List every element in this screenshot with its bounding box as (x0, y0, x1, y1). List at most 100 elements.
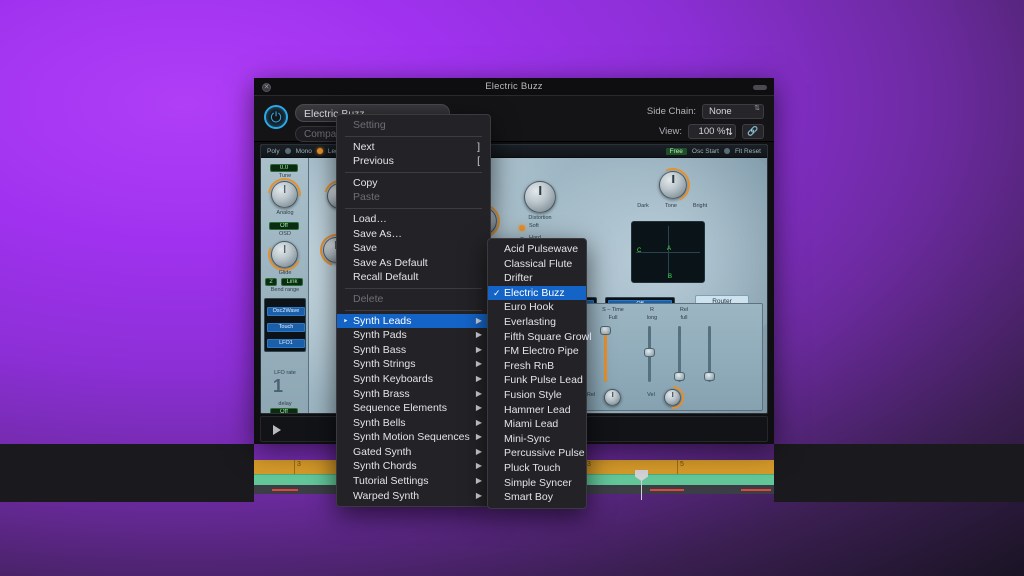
playhead[interactable] (635, 470, 648, 500)
bar-number: 5 (680, 461, 684, 468)
menu-item-label: Synth Bass (353, 343, 407, 356)
preset-item[interactable]: Mini-Sync (488, 432, 586, 447)
preset-item[interactable]: Pluck Touch (488, 461, 586, 476)
preset-item[interactable]: Drifter (488, 271, 586, 286)
menu-item-shortcut: [ (477, 155, 480, 168)
menu-item-synth-bells[interactable]: Synth Bells ▶ (337, 416, 490, 431)
menu-item-synth-motion-sequences[interactable]: Synth Motion Sequences ▶ (337, 430, 490, 445)
global-left-column: 0.0 Tune Analog Off OSD Glide 2 Link Ben… (261, 158, 309, 413)
menu-separator (345, 287, 482, 289)
menu-item-save-as[interactable]: Save As… (337, 227, 490, 242)
osd-value[interactable]: Off (269, 222, 299, 230)
env-slider-release[interactable] (644, 348, 655, 357)
preset-item[interactable]: Fusion Style (488, 388, 586, 403)
menu-item-label: Synth Strings (353, 358, 416, 371)
stepper-icon[interactable]: ⇅ (725, 126, 733, 139)
menu-separator (345, 171, 482, 173)
menu-item-synth-keyboards[interactable]: Synth Keyboards ▶ (337, 372, 490, 387)
bend-range-number[interactable]: 2 (265, 278, 277, 286)
menu-item-label: Paste (353, 191, 380, 204)
preset-item[interactable]: Smart Boy (488, 490, 586, 505)
plugin-titlebar[interactable]: ✕ Electric Buzz (254, 78, 774, 96)
preset-item[interactable]: Everlasting (488, 315, 586, 330)
play-icon[interactable] (273, 425, 281, 435)
lfo-delay-value[interactable]: Off (270, 408, 298, 413)
desktop-background: 3 3 5 ✕ Electric Buzz ⏻ Electric Buzz Co… (0, 0, 1024, 576)
menu-item-synth-bass[interactable]: Synth Bass ▶ (337, 343, 490, 358)
resize-handle[interactable] (753, 85, 767, 90)
preset-item[interactable]: Fresh RnB (488, 359, 586, 374)
preset-item-label: Mini-Sync (504, 432, 551, 445)
flt-reset-label[interactable]: Flt Reset (735, 148, 761, 155)
osd-label: OSD (279, 231, 291, 237)
osc-start-label[interactable]: Osc Start (692, 148, 719, 155)
env-slider-rel-vel[interactable] (674, 372, 685, 381)
submenu-arrow-icon: ▶ (475, 359, 482, 369)
router-source-2[interactable]: Touch (267, 323, 305, 332)
router-source-1[interactable]: Osc2Wave (267, 307, 305, 316)
tune-value[interactable]: 0.0 (270, 164, 298, 172)
menu-item-recall-default[interactable]: Recall Default (337, 270, 490, 285)
view-zoom-field[interactable]: 100 % ⇅ (688, 124, 736, 139)
preset-item[interactable]: FM Electro Pipe (488, 344, 586, 359)
menu-item-synth-strings[interactable]: Synth Strings ▶ (337, 357, 490, 372)
stepper-icon[interactable]: ⇅ (754, 105, 760, 112)
preset-submenu[interactable]: Acid Pulsewave Classical Flute Drifter ✓… (487, 238, 592, 509)
menu-item-synth-brass[interactable]: Synth Brass ▶ (337, 387, 490, 402)
env-slider-sustain[interactable] (600, 326, 611, 335)
flt-reset-led-icon[interactable] (723, 148, 730, 154)
menu-item-label: Synth Pads (353, 329, 407, 342)
preset-item[interactable]: Euro Hook (488, 300, 586, 315)
menu-item-label: Recall Default (353, 271, 419, 284)
menu-item-sequence-elements[interactable]: Sequence Elements ▶ (337, 401, 490, 416)
menu-item-tutorial-settings[interactable]: Tutorial Settings ▶ (337, 474, 490, 489)
preset-item-label: FM Electro Pipe (504, 345, 579, 358)
env-rel-knob[interactable] (604, 389, 621, 406)
menu-item-copy[interactable]: Copy (337, 176, 490, 191)
preset-item[interactable]: Classical Flute (488, 257, 586, 272)
soft-label[interactable]: Soft (529, 223, 553, 229)
bend-range-link-button[interactable]: Link (281, 278, 303, 286)
glide-label: Glide (278, 270, 292, 276)
preset-item[interactable]: Acid Pulsewave (488, 242, 586, 257)
menu-item-synth-leads[interactable]: ‣ Synth Leads ▶ (337, 313, 490, 329)
vector-xy-pad[interactable]: C A B (631, 221, 705, 283)
menu-item-synth-pads[interactable]: Synth Pads ▶ (337, 328, 490, 343)
menu-item-load[interactable]: Load… (337, 212, 490, 227)
link-icon[interactable]: 🔗 (742, 124, 764, 139)
env-knob-3-label: Vel (647, 392, 655, 398)
side-chain-select[interactable]: None ⇅ (702, 104, 764, 119)
legato-led-icon[interactable] (316, 148, 323, 154)
cutoff-knob[interactable] (524, 181, 556, 213)
mono-label[interactable]: Mono (296, 148, 312, 155)
menu-item-warped-synth[interactable]: Warped Synth ▶ (337, 489, 490, 504)
menu-item-previous[interactable]: Previous [ (337, 154, 490, 169)
menu-item-gated-synth[interactable]: Gated Synth ▶ (337, 445, 490, 460)
preset-item[interactable]: Simple Syncer (488, 476, 586, 491)
close-icon[interactable]: ✕ (262, 83, 271, 92)
env-slider-extra[interactable] (704, 372, 715, 381)
menu-item-save[interactable]: Save (337, 241, 490, 256)
router-source-3[interactable]: LFO1 (267, 339, 305, 348)
free-button[interactable]: Free (665, 147, 687, 155)
settings-menu[interactable]: Setting Next ] Previous [ Copy Paste Loa… (336, 114, 491, 508)
mono-led-icon[interactable] (284, 148, 291, 154)
timeline-left-pane (0, 444, 254, 502)
menu-item-label: Sequence Elements (353, 402, 447, 415)
preset-item-selected[interactable]: ✓ Electric Buzz (488, 285, 586, 301)
power-icon[interactable]: ⏻ (264, 105, 288, 129)
preset-item[interactable]: Fifth Square Growl (488, 330, 592, 345)
menu-item-next[interactable]: Next ] (337, 140, 490, 155)
menu-item-label: Previous (353, 155, 394, 168)
env-col-3-bottom: Full (608, 315, 618, 321)
menu-item-synth-chords[interactable]: Synth Chords ▶ (337, 459, 490, 474)
bar-number: 3 (587, 461, 591, 468)
side-chain-value: None (709, 106, 732, 117)
preset-item[interactable]: Hammer Lead (488, 403, 586, 418)
preset-item[interactable]: Miami Lead (488, 417, 586, 432)
menu-item-label: Synth Bells (353, 416, 406, 429)
preset-item-label: Funk Pulse Lead (504, 374, 583, 387)
preset-item[interactable]: Funk Pulse Lead (488, 373, 586, 388)
preset-item[interactable]: Percussive Pulse (488, 446, 586, 461)
menu-item-save-as-default[interactable]: Save As Default (337, 256, 490, 271)
